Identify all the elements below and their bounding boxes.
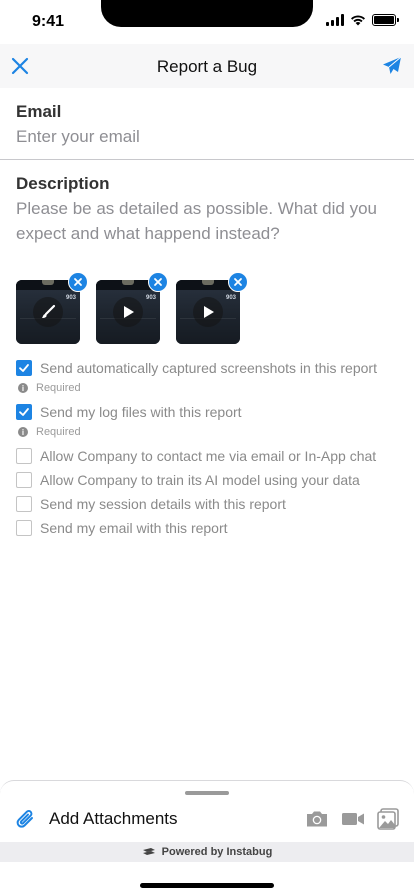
checkbox-unchecked[interactable] <box>16 472 32 488</box>
option-contact[interactable]: Allow Company to contact me via email or… <box>16 447 376 465</box>
status-bar: 9:41 <box>0 0 414 44</box>
required-note: i Required <box>18 381 81 395</box>
preview-number: 903 <box>225 295 236 301</box>
preview-number: 903 <box>65 295 76 301</box>
description-label: Description <box>16 174 110 193</box>
email-field[interactable]: Enter your email <box>16 124 140 149</box>
remove-attachment-button[interactable] <box>148 272 168 292</box>
checkmark-icon <box>19 408 29 416</box>
email-label: Email <box>16 102 62 121</box>
option-label: Send automatically captured screenshots … <box>40 360 377 376</box>
page-title: Report a Bug <box>156 57 258 76</box>
remove-attachment-button[interactable] <box>68 272 88 292</box>
close-icon <box>74 278 82 286</box>
checkbox-unchecked[interactable] <box>16 520 32 536</box>
add-attachments-button[interactable]: Add Attachments <box>49 809 178 829</box>
status-time: 9:41 <box>32 13 65 30</box>
checkbox-unchecked[interactable] <box>16 496 32 512</box>
powered-by-text: Powered by Instabug <box>161 846 273 858</box>
home-indicator[interactable] <box>140 883 274 888</box>
option-label: Allow Company to contact me via email or… <box>40 448 377 464</box>
sheet-grabber[interactable] <box>185 791 229 795</box>
video-camera-icon[interactable] <box>341 807 365 831</box>
attachments-sheet: Add Attachments <box>0 780 414 842</box>
option-train-ai[interactable]: Allow Company to train its AI model usin… <box>16 471 360 489</box>
checkmark-icon <box>19 364 29 372</box>
close-icon <box>234 278 242 286</box>
remove-attachment-button[interactable] <box>228 272 248 292</box>
option-label: Send my log files with this report <box>40 404 242 420</box>
status-icons <box>326 14 399 26</box>
play-icon <box>113 297 143 327</box>
required-note: i Required <box>18 425 81 439</box>
divider <box>0 159 414 160</box>
option-screenshots[interactable]: Send automatically captured screenshots … <box>16 359 377 377</box>
gallery-icon[interactable] <box>376 807 400 831</box>
info-icon: i <box>18 427 28 437</box>
cellular-signal-icon <box>326 14 344 26</box>
checkbox-checked[interactable] <box>16 360 32 376</box>
checkbox-unchecked[interactable] <box>16 448 32 464</box>
option-label: Send my session details with this report <box>40 496 286 512</box>
battery-icon <box>372 14 399 26</box>
play-icon <box>193 297 223 327</box>
option-label: Allow Company to train its AI model usin… <box>40 472 360 488</box>
brush-icon <box>33 297 63 327</box>
close-icon <box>154 278 162 286</box>
attachment-thumbnail-video[interactable]: 903 <box>96 280 160 344</box>
preview-number: 903 <box>145 295 156 301</box>
send-icon[interactable] <box>382 56 402 76</box>
checkbox-checked[interactable] <box>16 404 32 420</box>
required-text: Required <box>36 382 81 394</box>
attachment-thumbnail-video[interactable]: 903 <box>176 280 240 344</box>
option-send-email[interactable]: Send my email with this report <box>16 519 228 537</box>
attachment-thumbnail-screenshot[interactable]: 903 <box>16 280 80 344</box>
camera-icon[interactable] <box>305 807 329 831</box>
nav-bar: Report a Bug <box>0 44 414 88</box>
required-text: Required <box>36 426 81 438</box>
powered-by-footer[interactable]: Powered by Instabug <box>0 842 414 862</box>
instabug-logo-icon <box>142 848 155 855</box>
option-log-files[interactable]: Send my log files with this report <box>16 403 242 421</box>
wifi-icon <box>351 15 365 26</box>
option-label: Send my email with this report <box>40 520 228 536</box>
description-field[interactable]: Please be as detailed as possible. What … <box>16 196 400 246</box>
info-icon: i <box>18 383 28 393</box>
device-notch <box>101 0 313 27</box>
option-session-details[interactable]: Send my session details with this report <box>16 495 286 513</box>
paperclip-icon[interactable] <box>14 807 38 831</box>
